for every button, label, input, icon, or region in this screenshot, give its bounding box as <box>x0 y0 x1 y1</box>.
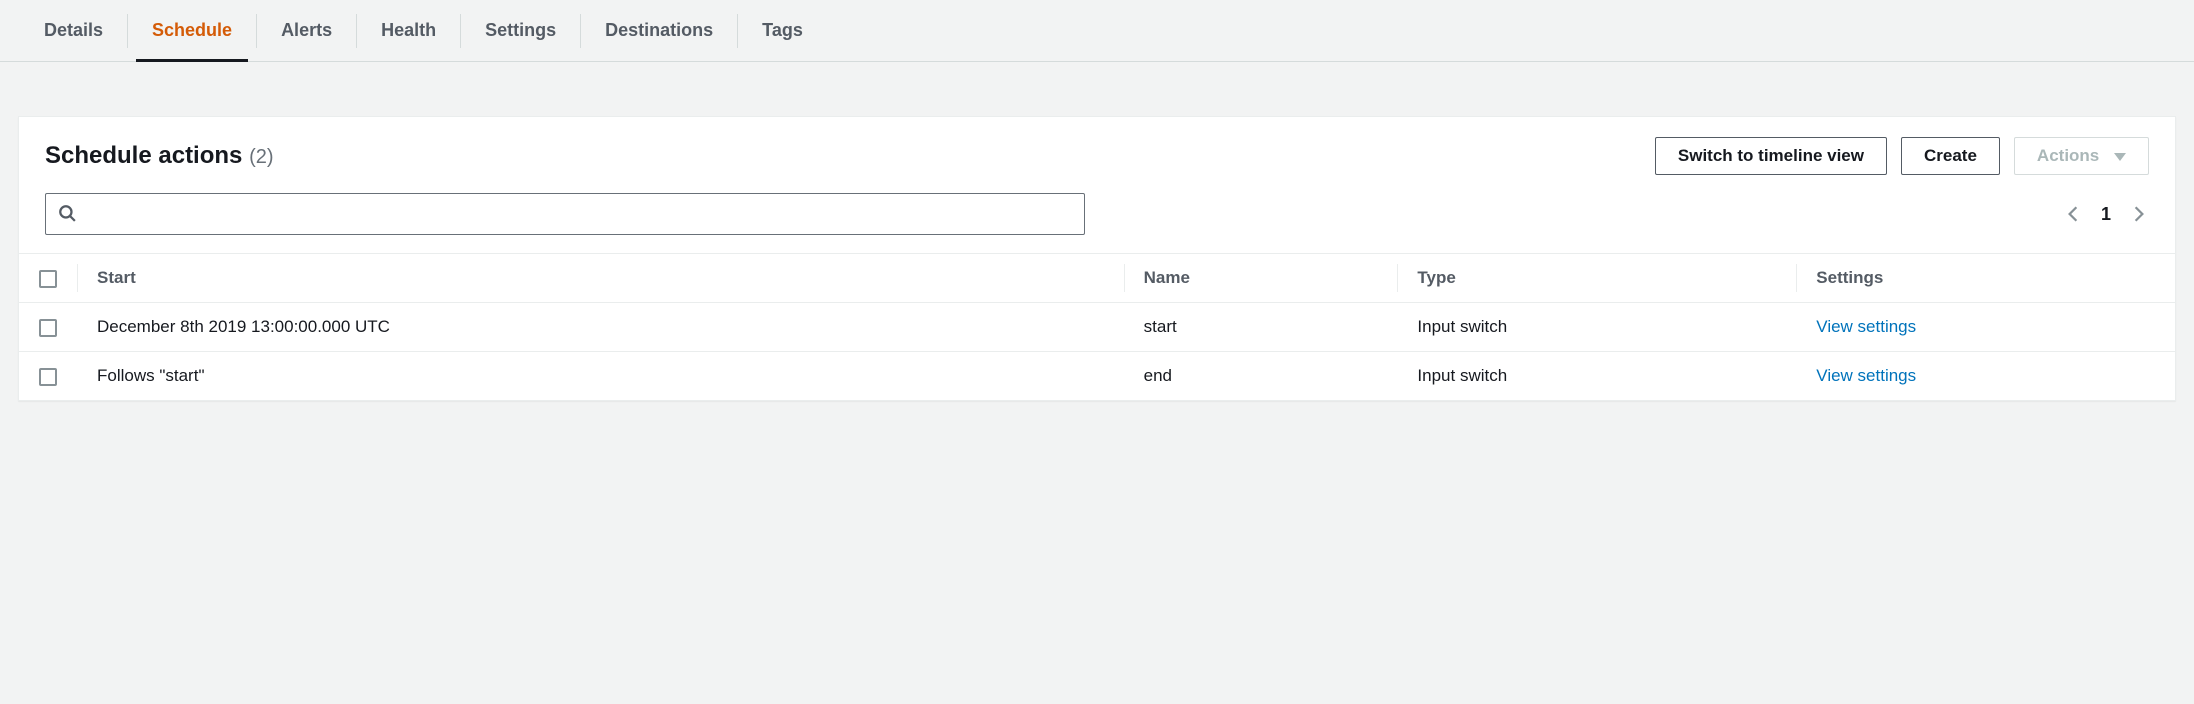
col-header-type[interactable]: Type <box>1397 254 1796 303</box>
schedule-actions-panel: Schedule actions (2) Switch to timeline … <box>18 116 2176 401</box>
caret-down-icon <box>2114 146 2126 166</box>
switch-timeline-button[interactable]: Switch to timeline view <box>1655 137 1887 175</box>
table-row: Follows "start" end Input switch View se… <box>19 352 2175 401</box>
tab-destinations[interactable]: Destinations <box>581 0 737 61</box>
view-settings-link[interactable]: View settings <box>1816 366 1916 385</box>
search-input[interactable] <box>76 205 1072 223</box>
col-header-name[interactable]: Name <box>1124 254 1398 303</box>
actions-dropdown-button[interactable]: Actions <box>2014 137 2149 175</box>
tab-details[interactable]: Details <box>20 0 127 61</box>
page-content: Schedule actions (2) Switch to timeline … <box>0 62 2194 421</box>
cell-name: end <box>1124 352 1398 401</box>
cell-start: Follows "start" <box>77 352 1124 401</box>
toolbar: 1 <box>19 193 2175 253</box>
schedule-table: Start Name Type Settings December 8th 20… <box>19 253 2175 400</box>
select-all-checkbox[interactable] <box>39 270 57 288</box>
panel-title-text: Schedule actions <box>45 142 242 169</box>
col-header-settings[interactable]: Settings <box>1796 254 2175 303</box>
row-checkbox[interactable] <box>39 368 57 386</box>
prev-page-button[interactable] <box>2067 205 2079 223</box>
actions-label: Actions <box>2037 146 2099 165</box>
tab-tags[interactable]: Tags <box>738 0 827 61</box>
table-header-row: Start Name Type Settings <box>19 254 2175 303</box>
tab-settings[interactable]: Settings <box>461 0 580 61</box>
panel-actions: Switch to timeline view Create Actions <box>1655 137 2149 175</box>
cell-start: December 8th 2019 13:00:00.000 UTC <box>77 303 1124 352</box>
view-settings-link[interactable]: View settings <box>1816 317 1916 336</box>
create-button[interactable]: Create <box>1901 137 2000 175</box>
cell-type: Input switch <box>1397 303 1796 352</box>
col-header-start[interactable]: Start <box>77 254 1124 303</box>
search-icon <box>58 204 76 225</box>
cell-name: start <box>1124 303 1398 352</box>
search-wrap[interactable] <box>45 193 1085 235</box>
panel-header: Schedule actions (2) Switch to timeline … <box>19 117 2175 193</box>
panel-title: Schedule actions (2) <box>45 142 274 170</box>
tab-health[interactable]: Health <box>357 0 460 61</box>
cell-type: Input switch <box>1397 352 1796 401</box>
table-row: December 8th 2019 13:00:00.000 UTC start… <box>19 303 2175 352</box>
panel-count: (2) <box>249 146 273 168</box>
page-number: 1 <box>2101 204 2111 225</box>
tabs-bar: Details Schedule Alerts Health Settings … <box>0 0 2194 62</box>
tab-schedule[interactable]: Schedule <box>128 0 256 61</box>
next-page-button[interactable] <box>2133 205 2145 223</box>
pagination: 1 <box>2067 204 2149 225</box>
tab-alerts[interactable]: Alerts <box>257 0 356 61</box>
select-all-header <box>19 254 77 303</box>
row-checkbox[interactable] <box>39 319 57 337</box>
